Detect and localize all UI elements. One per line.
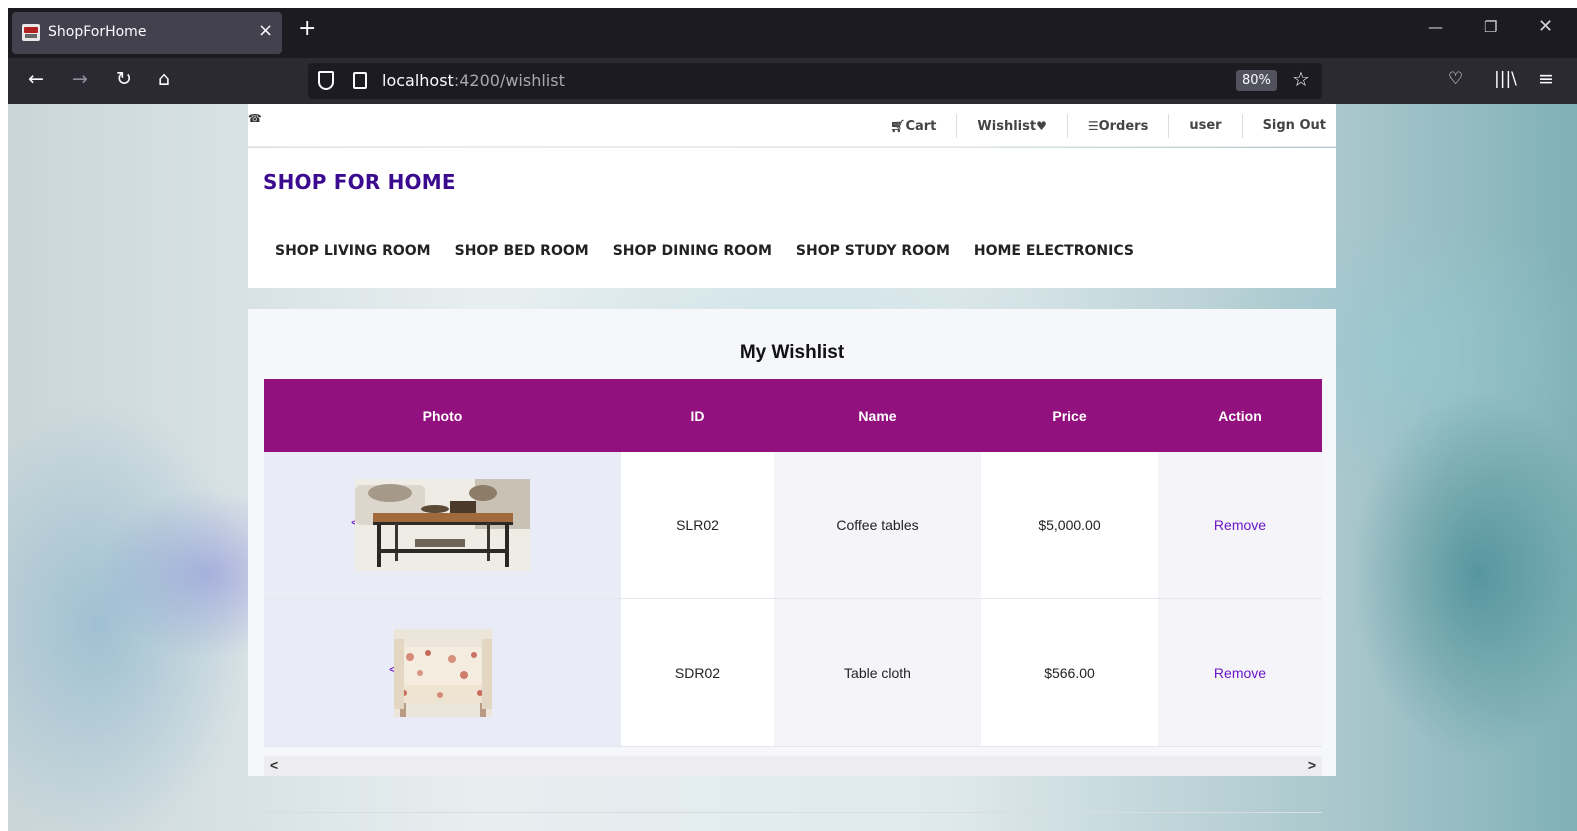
wishlist-link[interactable]: Wishlist♥ <box>956 114 1066 138</box>
heart-icon: ♥ <box>1036 119 1047 133</box>
column-header-price: Price <box>1052 407 1087 424</box>
price-cell: $566.00 <box>981 599 1158 746</box>
site-header: SHOP FOR HOME SHOP LIVING ROOM SHOP BED … <box>248 148 1336 288</box>
remove-button[interactable]: Remove <box>1214 517 1266 533</box>
browser-nav-bar: ← → ↻ ⌂ localhost:4200/wishlist 80% ☆ ♡ … <box>8 58 1577 104</box>
reload-icon[interactable]: ↻ <box>116 68 132 90</box>
browser-tab[interactable]: ShopForHome × <box>12 12 282 54</box>
tab-title: ShopForHome <box>48 24 147 40</box>
minimize-icon[interactable]: — <box>1428 18 1443 36</box>
wishlist-panel: My Wishlist Photo ID Name Price Action < <box>248 309 1336 776</box>
cart-icon: 🛒︎ <box>890 119 906 133</box>
bookmark-star-icon[interactable]: ☆ <box>1292 67 1310 91</box>
photo-cell: < <box>264 452 621 598</box>
site-favicon-icon <box>22 24 40 41</box>
scroll-right-icon[interactable]: > <box>1308 757 1316 773</box>
table-row: < <box>264 452 1322 599</box>
table-cloth-image[interactable] <box>393 628 492 717</box>
page-title: My Wishlist <box>739 342 845 363</box>
name-cell: Coffee tables <box>774 452 981 598</box>
action-cell: Remove <box>1158 452 1322 598</box>
close-icon[interactable]: ✕ <box>1538 16 1553 37</box>
site-top-bar: ☎ 🛒︎Cart Wishlist♥ ☰Orders user Sign Out <box>248 104 1336 147</box>
id-cell: SDR02 <box>621 599 774 746</box>
new-tab-button[interactable]: + <box>298 16 316 41</box>
name-cell: Table cloth <box>774 599 981 746</box>
phone-icon: ☎ <box>248 112 262 125</box>
category-study-room[interactable]: SHOP STUDY ROOM <box>796 243 950 259</box>
url-text: localhost:4200/wishlist <box>382 71 565 90</box>
cart-link[interactable]: 🛒︎Cart <box>870 114 956 138</box>
scroll-left-icon[interactable]: < <box>270 757 278 773</box>
price-cell: $5,000.00 <box>981 452 1158 598</box>
forward-icon[interactable]: → <box>72 68 88 90</box>
photo-cell: < <box>264 599 621 746</box>
column-header-name: Name <box>858 407 897 424</box>
category-nav: SHOP LIVING ROOM SHOP BED ROOM SHOP DINI… <box>275 243 1134 259</box>
table-header-row: Photo ID Name Price Action <box>264 379 1322 452</box>
tab-close-icon[interactable]: × <box>258 20 273 41</box>
pocket-icon[interactable]: ♡ <box>1448 69 1463 89</box>
category-living-room[interactable]: SHOP LIVING ROOM <box>275 243 431 259</box>
column-header-action: Action <box>1218 407 1262 424</box>
shield-icon[interactable] <box>318 71 334 90</box>
page-icon[interactable] <box>353 72 367 89</box>
restore-icon[interactable]: ❐ <box>1484 18 1497 36</box>
id-cell: SLR02 <box>621 452 774 598</box>
zoom-level-badge[interactable]: 80% <box>1236 70 1277 91</box>
horizontal-scrollbar[interactable]: < > <box>264 756 1322 776</box>
category-home-electronics[interactable]: HOME ELECTRONICS <box>974 243 1134 259</box>
back-icon[interactable]: ← <box>28 68 44 90</box>
coffee-table-image[interactable] <box>355 479 530 571</box>
action-cell: Remove <box>1158 599 1322 746</box>
column-header-photo: Photo <box>422 407 463 424</box>
category-bed-room[interactable]: SHOP BED ROOM <box>455 243 589 259</box>
home-icon[interactable]: ⌂ <box>158 68 170 90</box>
column-header-id: ID <box>690 407 705 424</box>
address-bar[interactable]: localhost:4200/wishlist 80% ☆ <box>308 63 1322 99</box>
orders-link[interactable]: ☰Orders <box>1066 114 1169 138</box>
table-row: < <box>264 599 1322 747</box>
category-dining-room[interactable]: SHOP DINING ROOM <box>613 243 772 259</box>
remove-button[interactable]: Remove <box>1214 665 1266 681</box>
account-nav: 🛒︎Cart Wishlist♥ ☰Orders user Sign Out <box>870 114 1326 138</box>
browser-tab-bar: ShopForHome × + — ❐ ✕ <box>8 8 1577 58</box>
wishlist-table: Photo ID Name Price Action < <box>264 379 1322 747</box>
user-link[interactable]: user <box>1168 114 1241 138</box>
list-icon: ☰ <box>1087 119 1099 133</box>
menu-icon[interactable]: ≡ <box>1538 68 1554 90</box>
footer-divider <box>264 812 1322 813</box>
sign-out-link[interactable]: Sign Out <box>1241 114 1326 138</box>
library-icon[interactable]: |||\ <box>1494 69 1517 89</box>
brand-logo-text[interactable]: SHOP FOR HOME <box>263 170 456 194</box>
